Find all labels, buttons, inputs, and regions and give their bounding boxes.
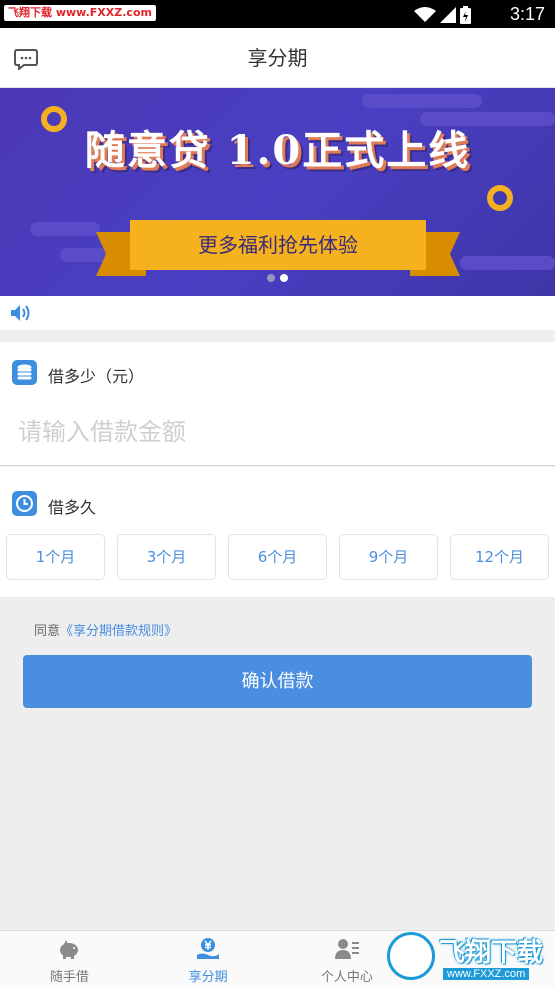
term-option-1-month[interactable]: 1个月	[6, 534, 105, 580]
banner-decoration	[30, 222, 100, 236]
tab-installment[interactable]: 享分期	[139, 931, 278, 988]
loan-amount-input[interactable]	[18, 412, 538, 452]
term-option-12-months[interactable]: 12个月	[450, 534, 549, 580]
tab-label: 随手借	[49, 970, 89, 985]
app-header: 享分期	[0, 28, 555, 88]
status-bar: 飞翔下载 www.FXXZ.com 3:17	[0, 0, 555, 28]
banner-decoration	[460, 256, 555, 270]
status-time: 3:17	[509, 4, 545, 24]
user-card-icon	[334, 939, 359, 959]
loan-term-section: 借多久 1个月 3个月 6个月 9个月 12个月	[0, 467, 555, 597]
banner-headline: 随意贷 1.0正式上线	[84, 127, 471, 174]
banner-decoration	[362, 94, 482, 108]
battery-icon	[460, 6, 471, 24]
wifi-icon	[414, 7, 436, 22]
status-watermark: 飞翔下载 www.FXXZ.com	[4, 5, 156, 21]
yen-hand-icon	[197, 938, 220, 959]
coins-icon	[12, 360, 37, 385]
carousel-indicator	[0, 274, 555, 282]
loan-rules-link[interactable]: 《享分期借款规则》	[60, 624, 177, 639]
notice-bar	[0, 296, 555, 330]
page-title: 享分期	[247, 46, 308, 70]
term-option-9-months[interactable]: 9个月	[339, 534, 438, 580]
loan-amount-label: 借多少（元）	[48, 367, 145, 386]
tab-label: 享分期	[188, 970, 228, 985]
carousel-dot-active[interactable]	[280, 274, 288, 282]
agreement-prefix: 同意	[34, 624, 61, 639]
speaker-icon	[11, 305, 30, 321]
tab-quick-loan[interactable]: 随手借	[0, 931, 139, 988]
term-option-3-months[interactable]: 3个月	[117, 534, 216, 580]
watermark-url: www.FXXZ.com	[443, 968, 530, 980]
clock-icon	[12, 491, 37, 516]
confirm-loan-button[interactable]: 确认借款	[23, 655, 532, 708]
term-options: 1个月 3个月 6个月 9个月 12个月	[6, 534, 549, 580]
watermark-logo: 飞翔下载 www.FXXZ.com	[387, 930, 549, 986]
ribbon-text: 更多福利抢先体验	[130, 220, 426, 270]
piggy-bank-icon	[60, 940, 79, 959]
promo-banner[interactable]: 随意贷 1.0正式上线 更多福利抢先体验	[0, 88, 555, 296]
carousel-dot[interactable]	[267, 274, 275, 282]
watermark-emblem	[387, 932, 435, 980]
loan-term-label: 借多久	[48, 498, 97, 517]
agreement-line: 同意《享分期借款规则》	[34, 620, 177, 639]
status-icons	[414, 6, 471, 24]
loan-amount-section: 借多少（元）	[0, 342, 555, 466]
banner-ribbon: 更多福利抢先体验	[96, 220, 460, 276]
term-option-6-months[interactable]: 6个月	[228, 534, 327, 580]
coin-decoration	[487, 185, 513, 211]
signal-icon	[440, 7, 456, 23]
watermark-title: 飞翔下载	[439, 937, 544, 967]
